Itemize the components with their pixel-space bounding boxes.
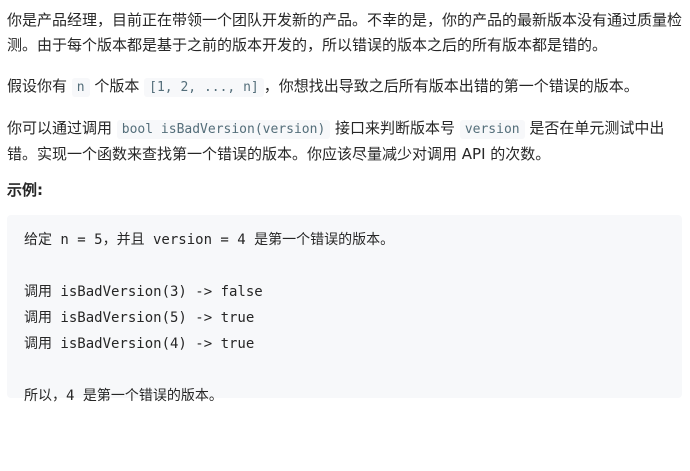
text-fragment: 假设你有	[7, 77, 72, 95]
code-line: 调用 isBadVersion(3) -> false	[24, 284, 263, 300]
intro-paragraph: 你是产品经理，目前正在带领一个团队开发新的产品。不幸的是，你的产品的最新版本没有…	[7, 11, 683, 54]
inline-code-version: version	[459, 120, 525, 139]
code-line: 所以，4 是第一个错误的版本。	[24, 388, 223, 404]
example-heading: 示例:	[7, 181, 43, 199]
text-fragment: 你可以通过调用	[7, 119, 117, 137]
inline-code-n: n	[71, 78, 90, 97]
api-paragraph: 你可以通过调用 bool isBadVersion(version) 接口来判断…	[7, 116, 682, 167]
text-fragment: 接口来判断版本号	[330, 119, 460, 137]
code-line: 调用 isBadVersion(4) -> true	[24, 336, 255, 352]
example-code-block: 给定 n = 5，并且 version = 4 是第一个错误的版本。 调用 isB…	[7, 215, 682, 404]
inline-code-isbadversion: bool isBadVersion(version)	[116, 120, 331, 139]
text-fragment: 个版本	[89, 77, 145, 95]
code-line: 给定 n = 5，并且 version = 4 是第一个错误的版本。	[24, 232, 395, 248]
inline-code-range: [1, 2, ..., n]	[144, 78, 264, 97]
code-line: 调用 isBadVersion(5) -> true	[24, 310, 255, 326]
problem-description: 你是产品经理，目前正在带领一个团队开发新的产品。不幸的是，你的产品的最新版本没有…	[0, 0, 690, 404]
versions-paragraph: 假设你有 n 个版本 [1, 2, ..., n] ，你想找出导致之后所有版本出错…	[7, 74, 682, 100]
text-fragment: ，你想找出导致之后所有版本出错的第一个错误的版本。	[263, 77, 639, 95]
